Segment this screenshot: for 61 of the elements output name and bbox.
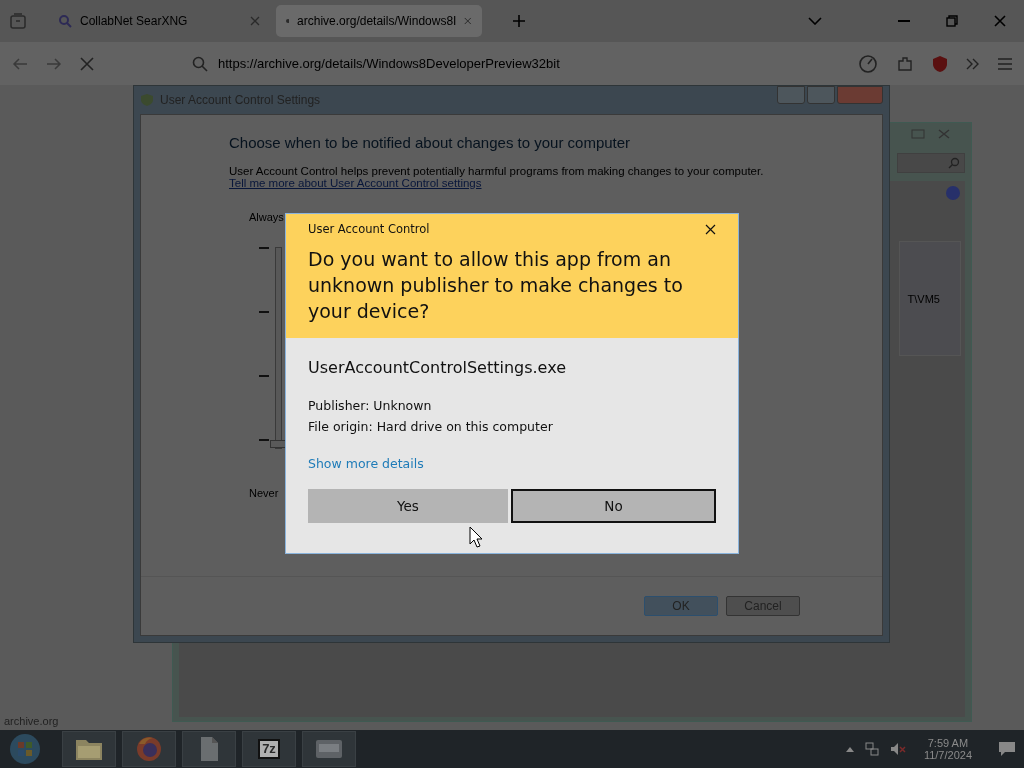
restore-icon[interactable] <box>946 15 958 27</box>
tab-title: archive.org/details/Windows8I <box>297 14 457 28</box>
browser-tab[interactable]: archive.org/details/Windows8I <box>276 5 482 37</box>
close-icon[interactable] <box>705 223 716 235</box>
taskbar-button[interactable] <box>62 731 116 767</box>
gauge-icon[interactable] <box>858 53 878 74</box>
minimize-button[interactable] <box>777 86 805 104</box>
dialog-button[interactable]: OK <box>644 596 718 616</box>
search-icon <box>192 55 208 72</box>
slider-label: Always <box>249 211 284 223</box>
network-icon[interactable] <box>863 741 880 757</box>
window-icon <box>314 737 344 761</box>
dialog-button[interactable]: Yes <box>308 489 508 523</box>
taskbar-button[interactable] <box>302 731 356 767</box>
shield-icon <box>140 93 154 107</box>
archiver-icon: 7z <box>258 739 280 759</box>
app-name: UserAccountControlSettings.exe <box>308 358 567 377</box>
panel-text: T\VM5 <box>907 292 940 305</box>
shield-icon[interactable] <box>932 54 948 73</box>
clock[interactable]: 7:59 AM 11/7/2024 <box>923 737 972 761</box>
status-text: archive.org <box>3 714 60 728</box>
slider-thumb[interactable] <box>270 440 286 448</box>
puzzle-icon[interactable] <box>896 54 914 73</box>
dialog-question: Do you want to allow this app from an unknown publisher to make changes to your device? <box>308 247 684 324</box>
details-link[interactable]: Show more details <box>308 456 424 471</box>
description: User Account Control helps prevent potentially harmful programs from making changes to your computer. <box>229 165 765 177</box>
search-icon <box>948 157 960 169</box>
close-button[interactable] <box>837 86 883 104</box>
taskbar-button[interactable]: 7z <box>242 731 296 767</box>
menu-icon[interactable] <box>998 57 1012 70</box>
dialog-button[interactable]: No <box>511 489 716 523</box>
caret-up-icon[interactable] <box>845 746 854 752</box>
tab-list-icon[interactable] <box>8 11 28 31</box>
search-field[interactable] <box>897 153 965 173</box>
cursor-icon <box>469 526 483 548</box>
detail-text: Publisher: Unknown <box>308 397 433 415</box>
browser-icon <box>135 735 163 763</box>
stop-icon[interactable] <box>80 56 94 71</box>
new-tab-icon[interactable] <box>512 14 526 28</box>
maximize-button[interactable] <box>807 86 835 104</box>
start-button[interactable] <box>8 732 42 766</box>
search-icon <box>58 14 72 28</box>
heading: Choose when to be notified about changes to your computer <box>229 134 632 151</box>
date-text: 11/7/2024 <box>923 749 972 761</box>
help-link[interactable]: Tell me more about User Account Control settings <box>229 177 482 189</box>
dialog-title: User Account Control <box>308 222 430 236</box>
notification-icon[interactable] <box>998 741 1016 757</box>
tab-title: CollabNet SearXNG <box>80 14 189 28</box>
double-chevron-icon[interactable] <box>966 57 980 70</box>
help-icon[interactable] <box>945 185 961 201</box>
detail-text: File origin: Hard drive on this computer <box>308 418 554 436</box>
forward-icon[interactable] <box>46 56 62 71</box>
address-text: https://archive.org/details/Windows8DeveloperPreview32bit <box>218 56 560 71</box>
chevron-down-icon[interactable] <box>808 17 822 25</box>
taskbar-button[interactable] <box>182 731 236 767</box>
time-text: 7:59 AM <box>927 737 969 749</box>
back-icon[interactable] <box>12 56 28 71</box>
browser-tab[interactable]: CollabNet SearXNG <box>48 5 270 37</box>
slider-label: Never <box>249 487 279 499</box>
muted-speaker-icon[interactable] <box>889 741 906 757</box>
restore-icon[interactable] <box>911 129 925 139</box>
